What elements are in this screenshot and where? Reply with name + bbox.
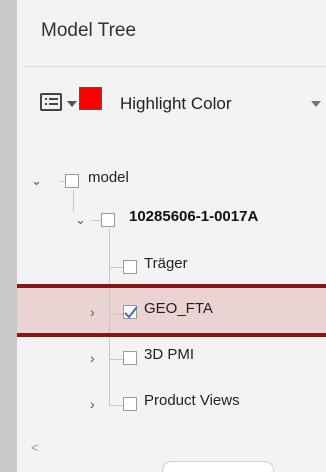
node-checkbox[interactable] — [65, 174, 79, 188]
node-label: model — [88, 169, 129, 186]
expander-chevron-down-icon[interactable]: ⌄ — [75, 213, 87, 226]
tree-node-product-views[interactable]: › Product Views — [17, 389, 326, 419]
scroll-left-arrow-icon[interactable]: < — [31, 440, 39, 455]
node-checkbox[interactable] — [123, 397, 137, 411]
horizontal-scrollbar[interactable]: < — [17, 432, 326, 472]
expander-chevron-right-icon[interactable]: › — [90, 397, 102, 411]
tree-node-model[interactable]: ⌄ model — [17, 166, 326, 196]
expander-chevron-right-icon[interactable]: › — [90, 351, 102, 365]
node-checkbox[interactable] — [101, 213, 115, 227]
tree-node-traeger[interactable]: Träger — [17, 252, 326, 282]
node-label: 3D PMI — [144, 346, 195, 363]
model-tree-panel: Model Tree Highlight Color ⌄ model ⌄ 102… — [17, 0, 326, 472]
scroll-thumb[interactable] — [162, 461, 274, 472]
tree-node-3d-pmi[interactable]: › 3D PMI — [17, 343, 326, 373]
expander-chevron-down-icon[interactable]: ⌄ — [31, 174, 43, 187]
tree-node-part[interactable]: ⌄ 10285606-1-0017A — [17, 205, 326, 235]
node-checkbox[interactable] — [123, 260, 137, 274]
node-label: Product Views — [144, 392, 240, 409]
model-tree: ⌄ model ⌄ 10285606-1-0017A Träger › GEO_… — [17, 0, 326, 472]
node-checkbox[interactable] — [123, 351, 137, 365]
selection-outline — [17, 284, 326, 337]
node-label: 10285606-1-0017A — [129, 208, 259, 225]
node-label: Träger — [144, 255, 188, 272]
